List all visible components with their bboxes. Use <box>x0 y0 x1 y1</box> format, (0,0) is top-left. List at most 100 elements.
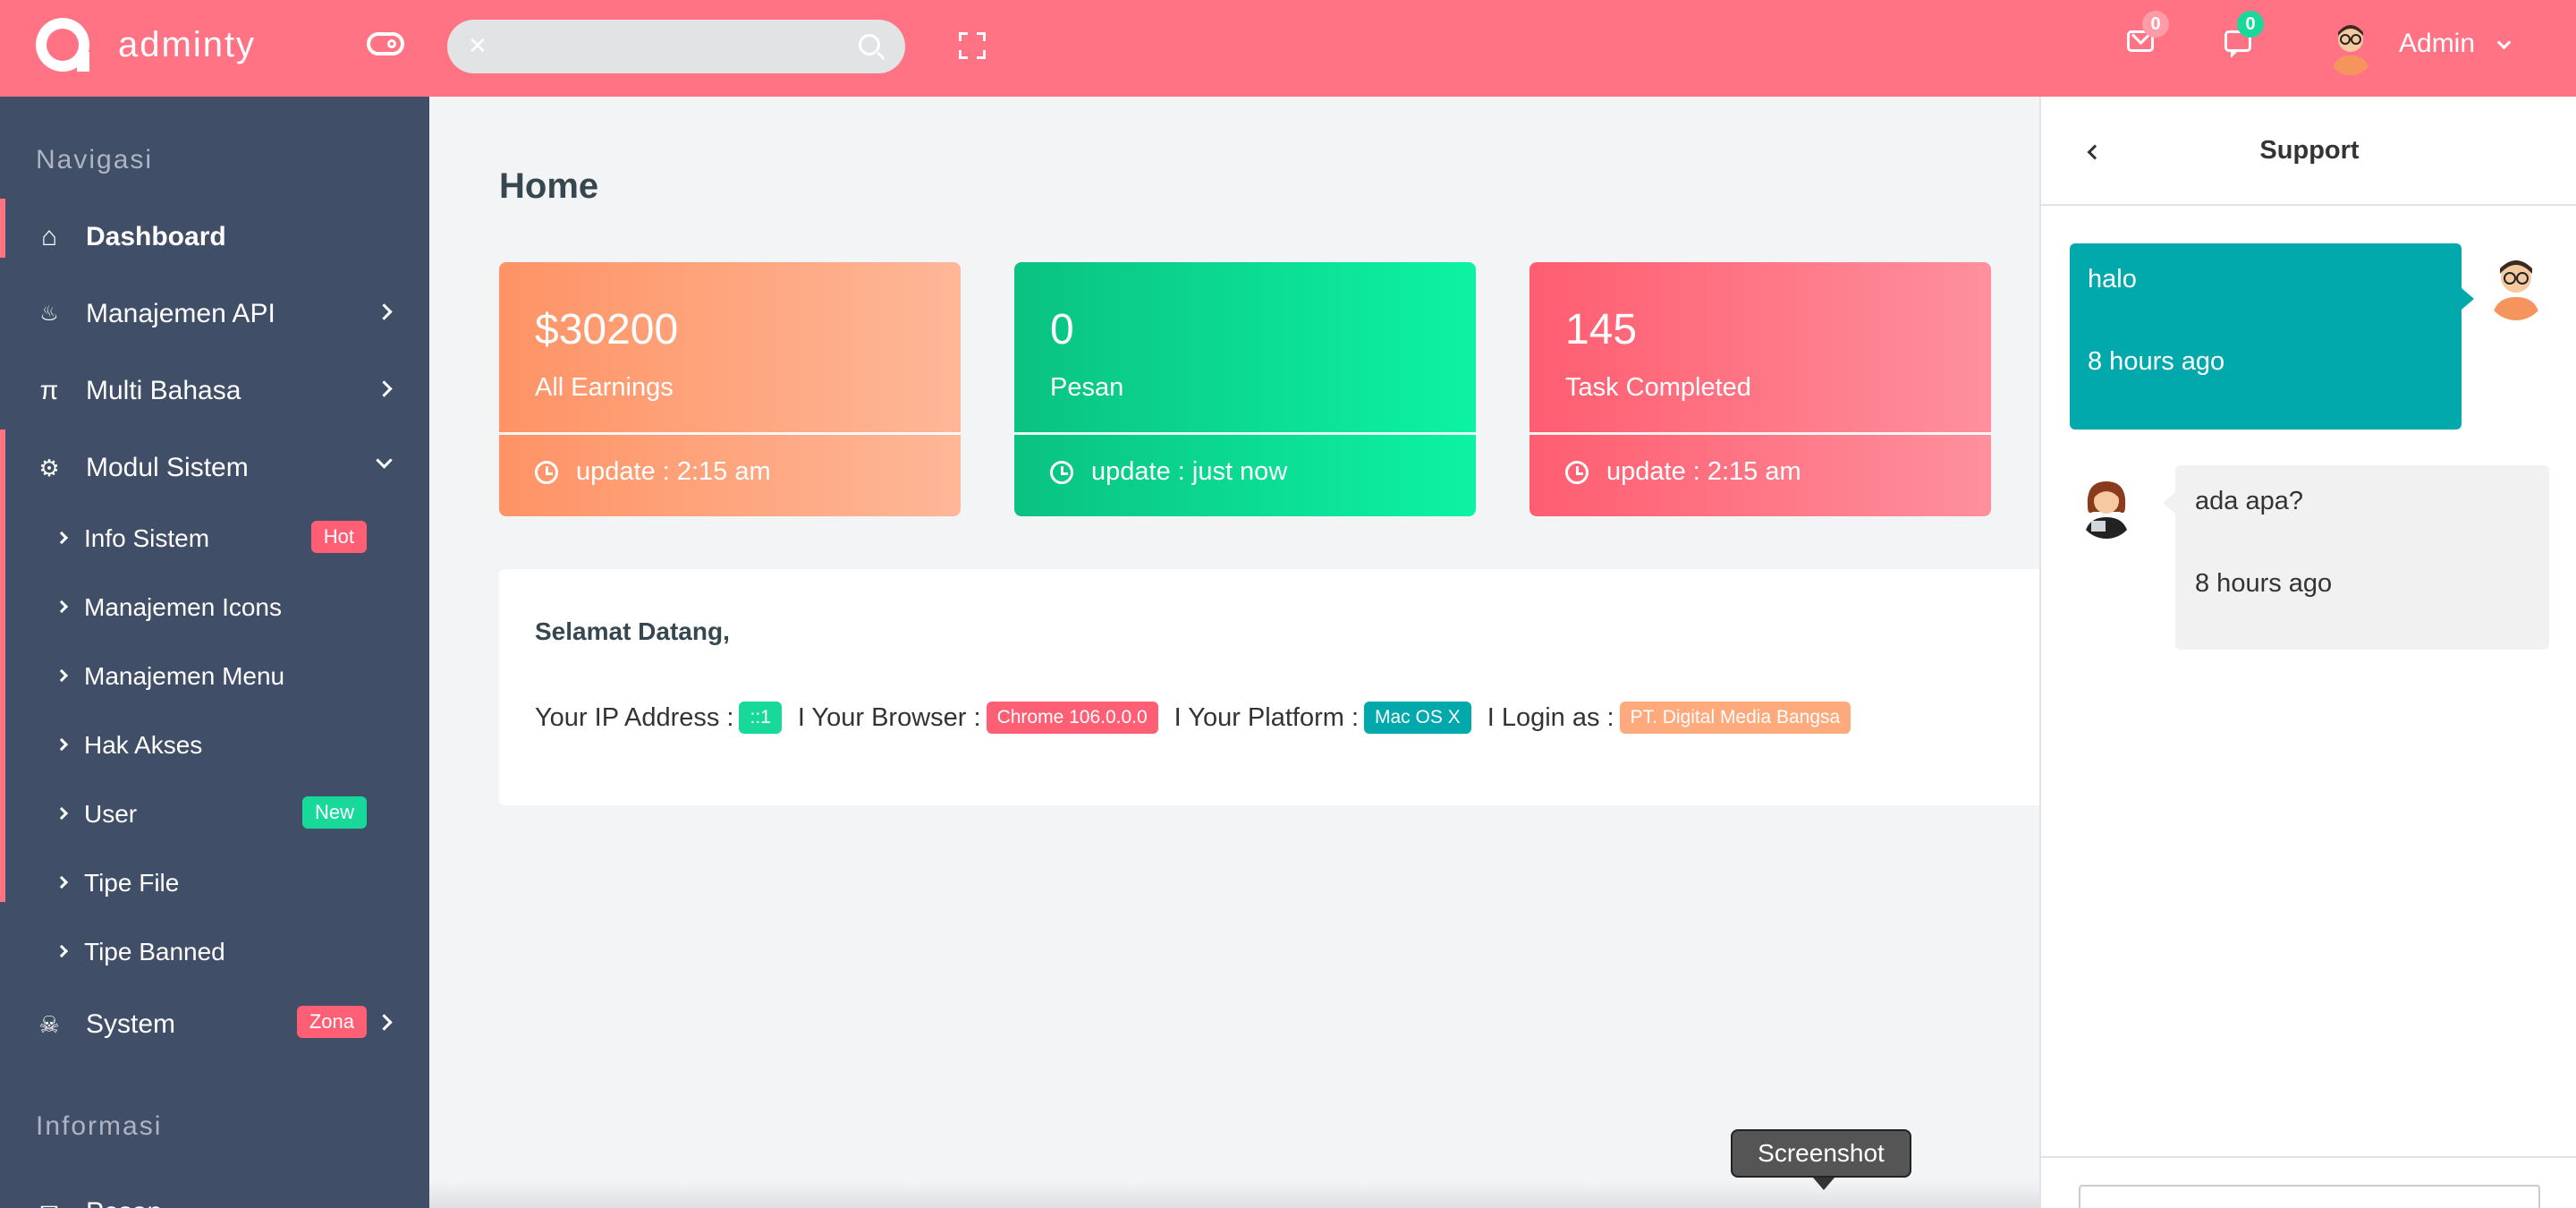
top-header: adminty × 0 0 Admin <box>0 0 2576 97</box>
chat-message-outgoing: halo 8 hours ago <box>2070 243 2474 430</box>
user-avatar[interactable] <box>2326 20 2376 75</box>
message-time: 8 hours ago <box>2195 569 2333 598</box>
support-header: Support <box>2041 97 2576 206</box>
stat-update: update : just now <box>1091 457 1288 486</box>
stat-value: 145 <box>1565 306 1638 353</box>
platform-value-badge: Mac OS X <box>1364 702 1471 734</box>
chevron-right-icon <box>55 600 69 614</box>
page-title: Home <box>499 166 599 206</box>
sidebar-item-modul-sistem[interactable]: ⚙ Modul Sistem <box>0 431 429 503</box>
zona-badge: Zona <box>296 1006 367 1038</box>
sidebar-subitem-label: Tipe File <box>84 869 180 897</box>
sidebar-item-label: Dashboard <box>86 222 226 251</box>
hot-badge: Hot <box>310 521 367 553</box>
logo-icon <box>36 18 89 72</box>
stat-caption: Task Completed <box>1565 373 1751 402</box>
stat-card-earnings: $30200 All Earnings update : 2:15 am <box>499 262 961 516</box>
sidebar-item-label: Manajemen API <box>86 299 275 328</box>
stat-card-tasks: 145 Task Completed update : 2:15 am <box>1530 262 1991 516</box>
chevron-down-icon <box>376 452 393 469</box>
ip-value-badge: ::1 <box>739 702 782 734</box>
support-panel: Support halo 8 hours ago ada apa? 8 hour… <box>2039 97 2576 1208</box>
sidebar-item-pesan[interactable]: ✉ Pesan <box>0 1176 429 1208</box>
chat-message-incoming: ada apa? 8 hours ago <box>2163 465 2549 650</box>
sidebar-subitem-label: Hak Akses <box>84 731 203 759</box>
user-avatar <box>2485 254 2547 320</box>
stat-value: 0 <box>1050 306 1074 353</box>
stat-update: update : 2:15 am <box>1606 457 1801 486</box>
stat-card-pesan: 0 Pesan update : just now <box>1014 262 1476 516</box>
sidebar-subitem-label: Tipe Banned <box>84 938 225 966</box>
chat-count-badge: 0 <box>2237 11 2264 38</box>
sidebar-subitem-label: Info Sistem <box>84 524 210 552</box>
session-info: Your IP Address : ::1 I Your Browser : C… <box>535 702 1867 734</box>
sidebar-item-label: Multi Bahasa <box>86 376 242 405</box>
chevron-right-icon <box>376 303 393 320</box>
sidebar-item-system[interactable]: ☠ System Zona <box>0 988 429 1059</box>
sidebar-subitem-manajemen-icons[interactable]: Manajemen Icons <box>0 575 429 638</box>
main-content: Home $30200 All Earnings update : 2:15 a… <box>429 97 2039 1208</box>
sidebar: Navigasi ⌂ Dashboard ♨ Manajemen API π M… <box>0 97 429 1208</box>
toggle-icon[interactable] <box>367 32 404 55</box>
sidebar-subitem-hak-akses[interactable]: Hak Akses <box>0 713 429 776</box>
chevron-right-icon <box>55 944 69 958</box>
sidebar-item-dashboard[interactable]: ⌂ Dashboard <box>0 200 429 272</box>
chevron-right-icon <box>55 668 69 683</box>
sidebar-item-manajemen-api[interactable]: ♨ Manajemen API <box>0 277 429 349</box>
sidebar-subitem-label: Manajemen Menu <box>84 662 285 690</box>
divider <box>1530 432 1991 435</box>
sidebar-subitem-label: User <box>84 800 138 828</box>
new-badge: New <box>301 796 367 829</box>
chevron-down-icon[interactable] <box>2496 35 2512 50</box>
clock-icon <box>1050 461 1073 484</box>
sidebar-item-multi-bahasa[interactable]: π Multi Bahasa <box>0 354 429 426</box>
browser-value-badge: Chrome 106.0.0.0 <box>986 702 1158 734</box>
brand-logo[interactable]: adminty <box>36 18 256 72</box>
nav-heading: Navigasi <box>36 145 154 174</box>
brand-name: adminty <box>118 24 257 64</box>
search-bar[interactable]: × <box>447 20 905 73</box>
divider <box>1014 432 1476 435</box>
clock-icon <box>535 461 558 484</box>
support-title: Support <box>2259 136 2360 165</box>
sidebar-subitem-user[interactable]: User New <box>0 782 429 845</box>
stat-value: $30200 <box>535 306 679 353</box>
sidebar-item-label: Pesan <box>86 1197 162 1208</box>
close-icon[interactable]: × <box>469 30 487 61</box>
chevron-right-icon <box>55 806 69 821</box>
sidebar-subitem-info-sistem[interactable]: Info Sistem Hot <box>0 506 429 569</box>
sidebar-item-label: System <box>86 1009 176 1039</box>
welcome-title: Selamat Datang, <box>535 617 730 645</box>
platform-label: I Your Platform : <box>1174 702 1359 732</box>
clock-icon <box>1565 461 1589 484</box>
sidebar-subitem-tipe-file[interactable]: Tipe File <box>0 851 429 914</box>
sidebar-subitem-manajemen-menu[interactable]: Manajemen Menu <box>0 644 429 707</box>
chevron-right-icon <box>376 1014 393 1031</box>
stat-caption: All Earnings <box>535 373 674 402</box>
chevron-right-icon <box>376 380 393 397</box>
chevron-right-icon <box>55 531 69 545</box>
home-icon: ⌂ <box>40 222 58 251</box>
login-label: I Login as : <box>1487 702 1614 732</box>
message-input[interactable] <box>2079 1185 2540 1208</box>
message-text: ada apa? <box>2195 487 2303 515</box>
mail-count-badge: 0 <box>2142 11 2169 38</box>
login-value-badge: PT. Digital Media Bangsa <box>1619 702 1852 734</box>
ip-label: Your IP Address : <box>535 702 734 732</box>
flame-icon: ♨ <box>39 302 59 326</box>
mail-icon: ✉ <box>36 1199 63 1208</box>
sidebar-subitem-label: Manajemen Icons <box>84 593 283 621</box>
skull-icon: ☠ <box>38 1011 60 1038</box>
user-name[interactable]: Admin <box>2399 29 2475 59</box>
sidebar-item-label: Modul Sistem <box>86 453 249 482</box>
info-heading: Informasi <box>36 1111 163 1141</box>
message-text: halo <box>2088 265 2137 293</box>
support-agent-avatar <box>2077 476 2136 539</box>
fullscreen-icon[interactable] <box>959 32 986 59</box>
search-icon[interactable] <box>859 34 880 55</box>
sidebar-subitem-tipe-banned[interactable]: Tipe Banned <box>0 920 429 983</box>
settings-icon: ⚙ <box>38 455 60 481</box>
message-time: 8 hours ago <box>2088 347 2225 376</box>
stat-caption: Pesan <box>1050 373 1124 402</box>
chevron-right-icon <box>55 737 69 752</box>
